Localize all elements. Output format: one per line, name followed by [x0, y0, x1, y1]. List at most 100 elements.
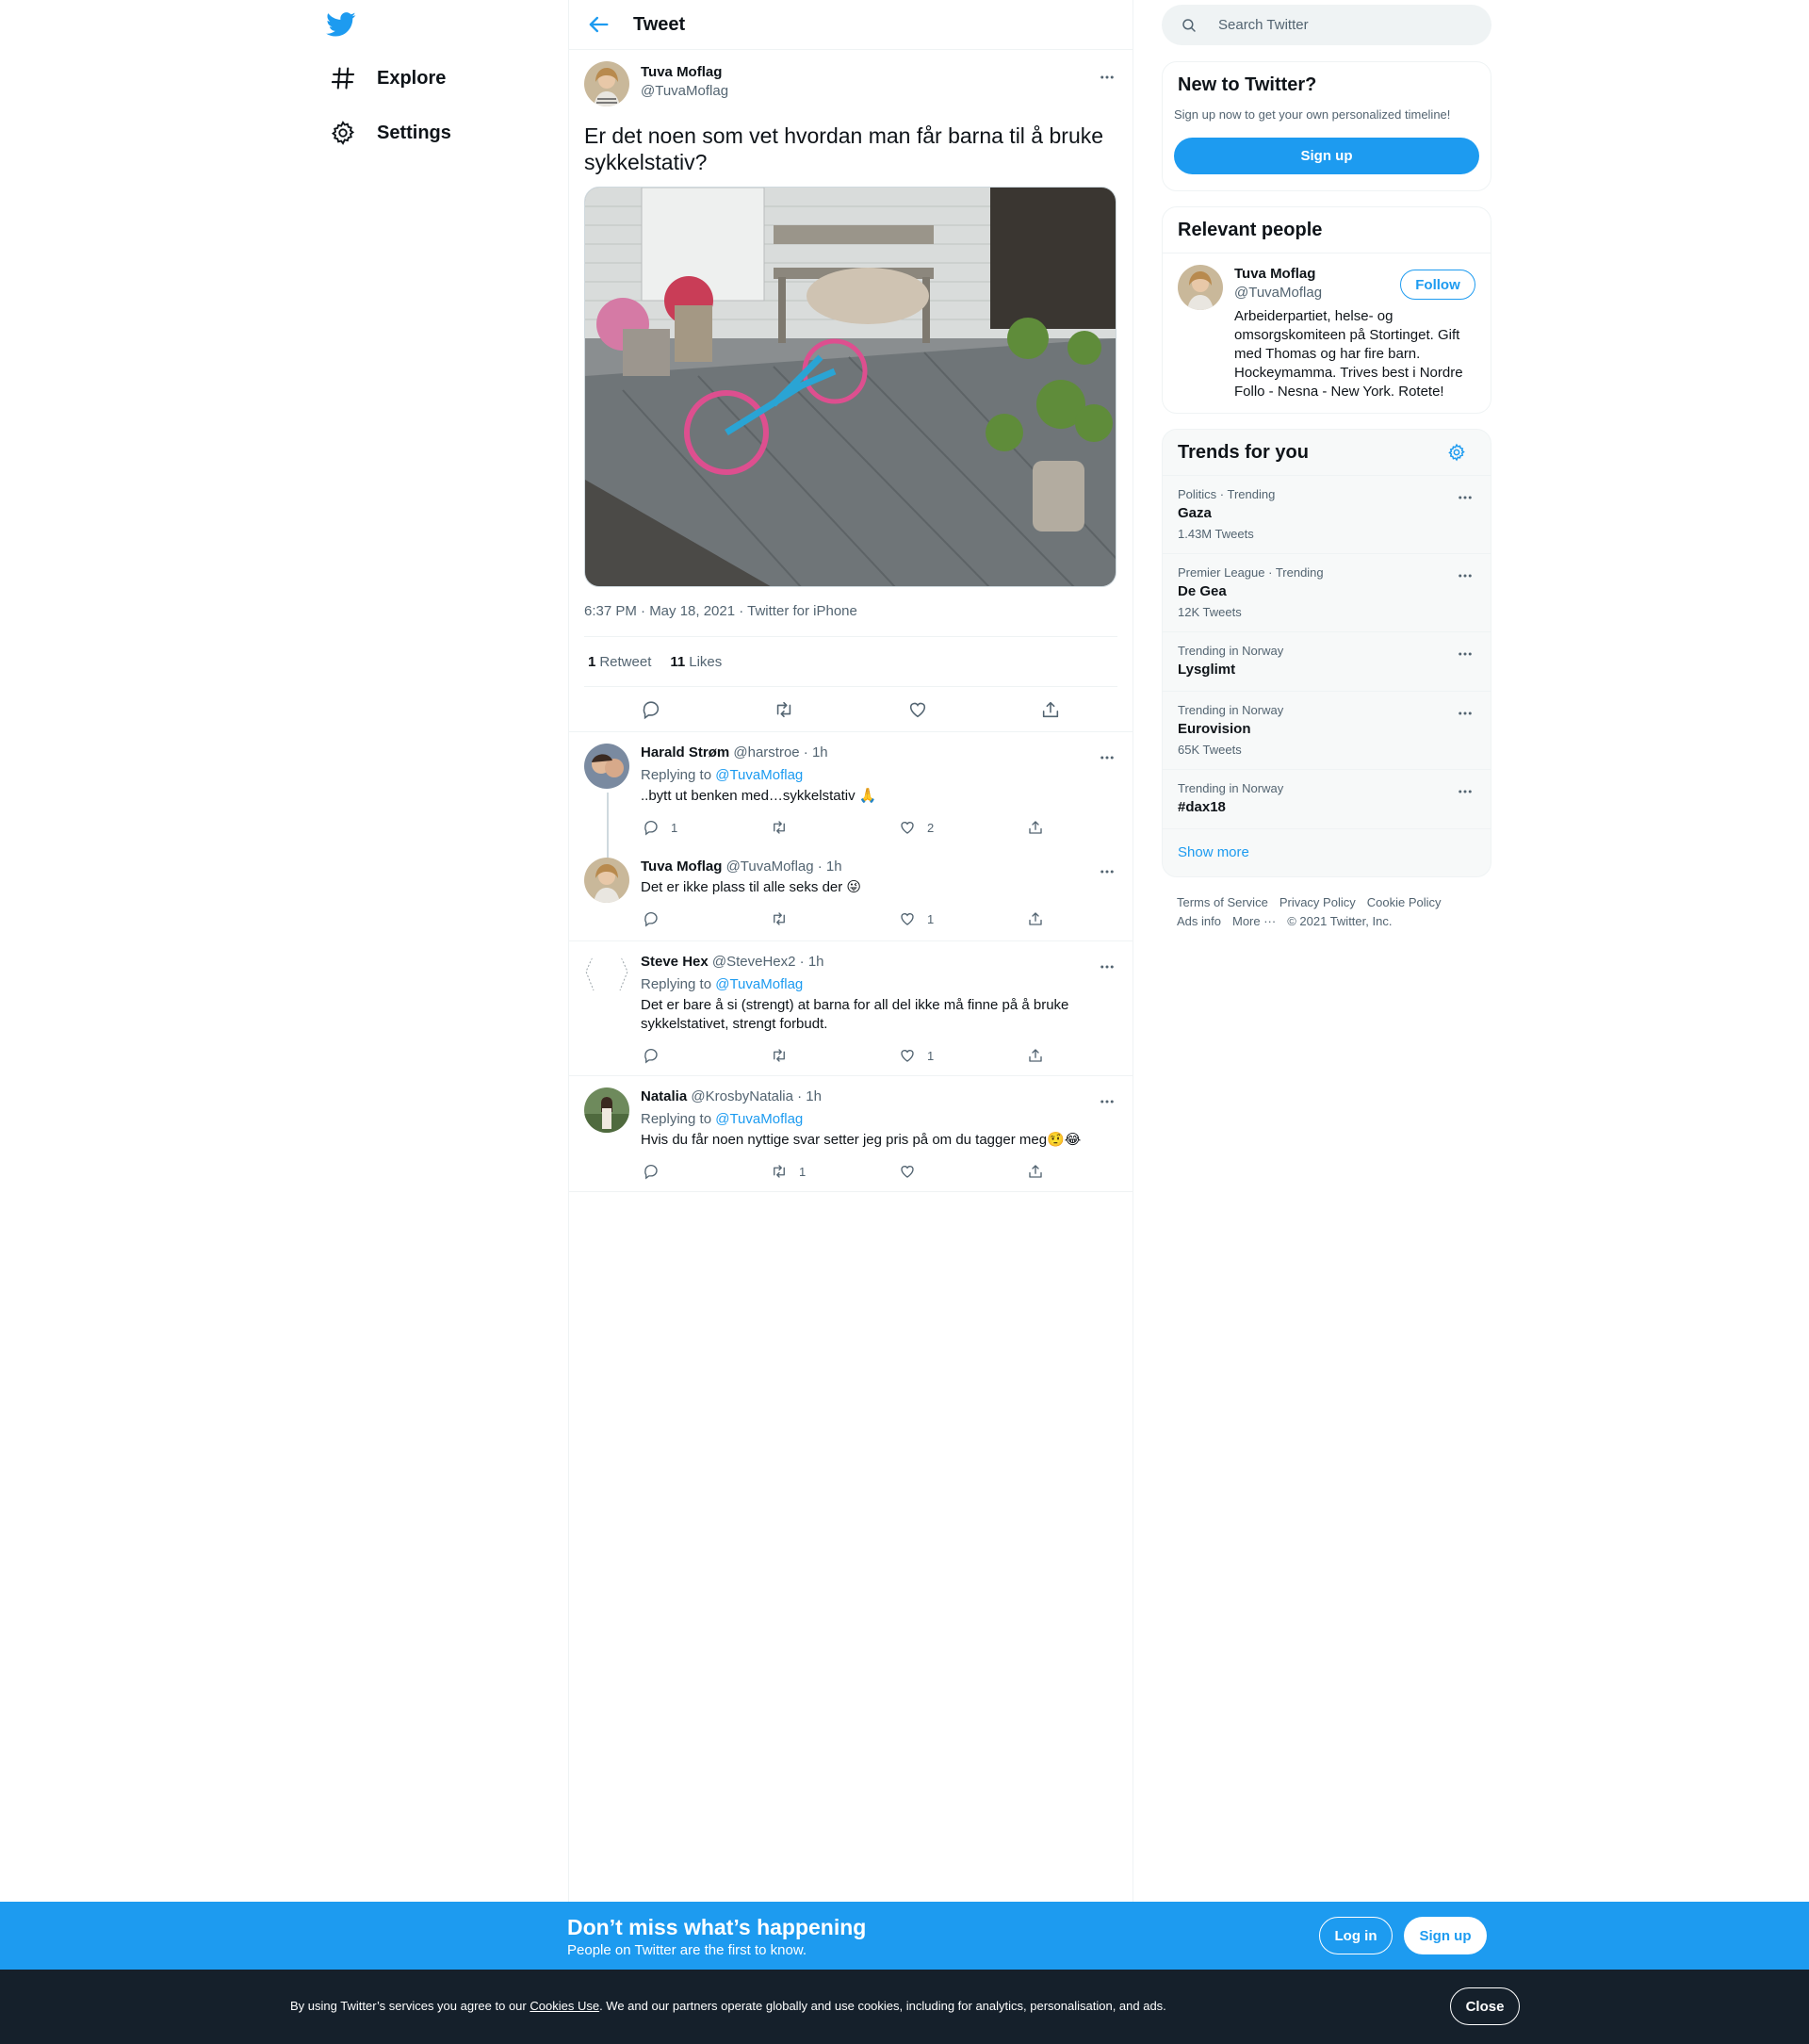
reply-author-handle[interactable]: @TuvaMoflag · 1h	[726, 858, 842, 875]
more-options-icon[interactable]	[1457, 646, 1474, 662]
nav-explore-label: Explore	[377, 67, 447, 89]
trend-item[interactable]: Trending in Norway Lysglimt	[1163, 631, 1491, 691]
promo-title: Don’t miss what’s happening	[567, 1915, 867, 1939]
reply-icon[interactable]	[641, 699, 661, 720]
login-button[interactable]: Log in	[1319, 1917, 1393, 1954]
trend-count: 65K Tweets	[1178, 743, 1242, 757]
footer-link[interactable]: Ads info	[1177, 912, 1221, 931]
retweet-button[interactable]	[769, 910, 897, 927]
tweet-author-name[interactable]: Tuva Moflag	[641, 63, 728, 82]
like-button[interactable]: 1	[897, 1047, 1025, 1064]
reply-icon	[644, 1164, 658, 1180]
trend-name: Gaza	[1178, 505, 1212, 521]
reply-tweet[interactable]: Tuva Moflag @TuvaMoflag · 1h Det er ikke…	[569, 846, 1133, 941]
promo-subtitle: People on Twitter are the first to know.	[567, 1942, 807, 1958]
cookies-use-link[interactable]: Cookies Use	[530, 1999, 599, 2013]
tweet-timestamp[interactable]: 6:37 PM · May 18, 2021 · Twitter for iPh…	[584, 603, 1117, 637]
signup-button[interactable]: Sign up	[1404, 1917, 1487, 1954]
avatar[interactable]	[584, 61, 629, 106]
search-input[interactable]: Search Twitter	[1218, 17, 1309, 33]
share-icon	[1029, 1165, 1042, 1178]
likes-count[interactable]: 11 Likes	[670, 654, 722, 670]
share-icon	[1029, 912, 1042, 925]
more-options-icon[interactable]	[1099, 863, 1116, 880]
footer-link[interactable]: More ···	[1232, 912, 1276, 931]
trend-category: Trending in Norway	[1178, 644, 1284, 658]
footer-link[interactable]: Terms of Service	[1177, 893, 1268, 912]
footer-links: Terms of Service Privacy Policy Cookie Pol…	[1177, 893, 1478, 931]
search-bar[interactable]: Search Twitter	[1162, 5, 1491, 45]
avatar[interactable]	[584, 744, 629, 789]
like-button[interactable]: 1	[897, 910, 1025, 927]
avatar[interactable]	[584, 858, 629, 903]
trend-item[interactable]: Politics · Trending Gaza 1.43M Tweets	[1163, 475, 1491, 553]
arrow-left-icon[interactable]	[585, 11, 611, 38]
share-icon[interactable]	[1040, 699, 1061, 720]
sidebar-signup-button[interactable]: Sign up	[1174, 138, 1479, 174]
reply-button[interactable]: 1	[641, 819, 769, 836]
reply-author-name[interactable]: Natalia	[641, 1088, 687, 1104]
retweet-button[interactable]	[769, 819, 897, 836]
footer-link[interactable]: Cookie Policy	[1367, 893, 1442, 912]
more-options-icon[interactable]	[1099, 749, 1116, 766]
nav-settings[interactable]: Settings	[330, 114, 451, 152]
reply-tweet[interactable]: Natalia @KrosbyNatalia · 1h Replying to …	[569, 1076, 1133, 1192]
replying-to-link[interactable]: @TuvaMoflag	[715, 976, 803, 992]
twitter-bird-icon[interactable]	[326, 9, 356, 40]
like-icon	[901, 913, 914, 925]
more-options-icon[interactable]	[1457, 489, 1474, 506]
more-options-icon[interactable]	[1457, 783, 1474, 800]
more-options-icon[interactable]	[1099, 1093, 1116, 1110]
retweet-count[interactable]: 1 Retweet	[588, 654, 651, 670]
reply-tweet[interactable]: Steve Hex @SteveHex2 · 1h Replying to @T…	[569, 941, 1133, 1076]
retweet-button[interactable]	[769, 1047, 897, 1064]
share-button[interactable]	[1025, 910, 1153, 927]
like-icon[interactable]	[907, 699, 928, 720]
retweet-icon[interactable]	[774, 699, 794, 720]
person-bio: Arbeiderpartiet, helse- og omsorgskomite…	[1234, 308, 1463, 400]
tweet-photo[interactable]	[584, 187, 1116, 587]
page-title: Tweet	[633, 13, 686, 35]
share-button[interactable]	[1025, 1047, 1153, 1064]
trend-category: Politics · Trending	[1178, 487, 1276, 501]
reply-button[interactable]	[641, 910, 769, 927]
reply-tweet[interactable]: Harald Strøm @harstroe · 1h Replying to …	[569, 732, 1133, 859]
reply-button[interactable]	[641, 1047, 769, 1064]
reply-author-name[interactable]: Harald Strøm	[641, 744, 729, 760]
show-more-link[interactable]: Show more	[1163, 828, 1491, 875]
avatar[interactable]	[1178, 265, 1223, 310]
reply-author-handle[interactable]: @SteveHex2 · 1h	[712, 954, 824, 970]
tweet-author-handle[interactable]: @TuvaMoflag	[641, 82, 728, 101]
gear-icon[interactable]	[1447, 443, 1466, 462]
person-name[interactable]: Tuva Moflag	[1234, 266, 1315, 282]
like-icon	[901, 1050, 914, 1062]
replying-to: Replying to @TuvaMoflag	[641, 767, 804, 783]
replying-to-link[interactable]: @TuvaMoflag	[715, 767, 803, 783]
like-button[interactable]: 2	[897, 819, 1025, 836]
reply-button[interactable]	[641, 1163, 769, 1180]
person-handle[interactable]: @TuvaMoflag	[1234, 285, 1322, 301]
trend-name: Lysglimt	[1178, 662, 1236, 678]
reply-author-handle[interactable]: @KrosbyNatalia · 1h	[691, 1088, 822, 1104]
avatar[interactable]	[584, 1087, 629, 1133]
trend-item[interactable]: Trending in Norway #dax18	[1163, 769, 1491, 828]
reply-author-handle[interactable]: @harstroe · 1h	[733, 744, 827, 760]
reply-author-name[interactable]: Steve Hex	[641, 954, 709, 970]
follow-button[interactable]: Follow	[1400, 270, 1475, 300]
more-options-icon[interactable]	[1457, 567, 1474, 584]
more-options-icon[interactable]	[1457, 705, 1474, 722]
share-button[interactable]	[1025, 819, 1153, 836]
reply-author-name[interactable]: Tuva Moflag	[641, 858, 722, 875]
more-options-icon[interactable]	[1099, 958, 1116, 975]
replying-to-link[interactable]: @TuvaMoflag	[715, 1111, 803, 1127]
trend-item[interactable]: Premier League · Trending De Gea 12K Twe…	[1163, 553, 1491, 631]
avatar[interactable]	[584, 953, 629, 998]
close-button[interactable]: Close	[1450, 1987, 1520, 2025]
trend-item[interactable]: Trending in Norway Eurovision 65K Tweets	[1163, 691, 1491, 769]
share-button[interactable]	[1025, 1163, 1153, 1180]
nav-explore[interactable]: Explore	[330, 59, 446, 97]
like-button[interactable]	[897, 1163, 1025, 1180]
retweet-button[interactable]: 1	[769, 1163, 897, 1180]
footer-link[interactable]: Privacy Policy	[1279, 893, 1356, 912]
more-options-icon[interactable]	[1099, 69, 1116, 86]
